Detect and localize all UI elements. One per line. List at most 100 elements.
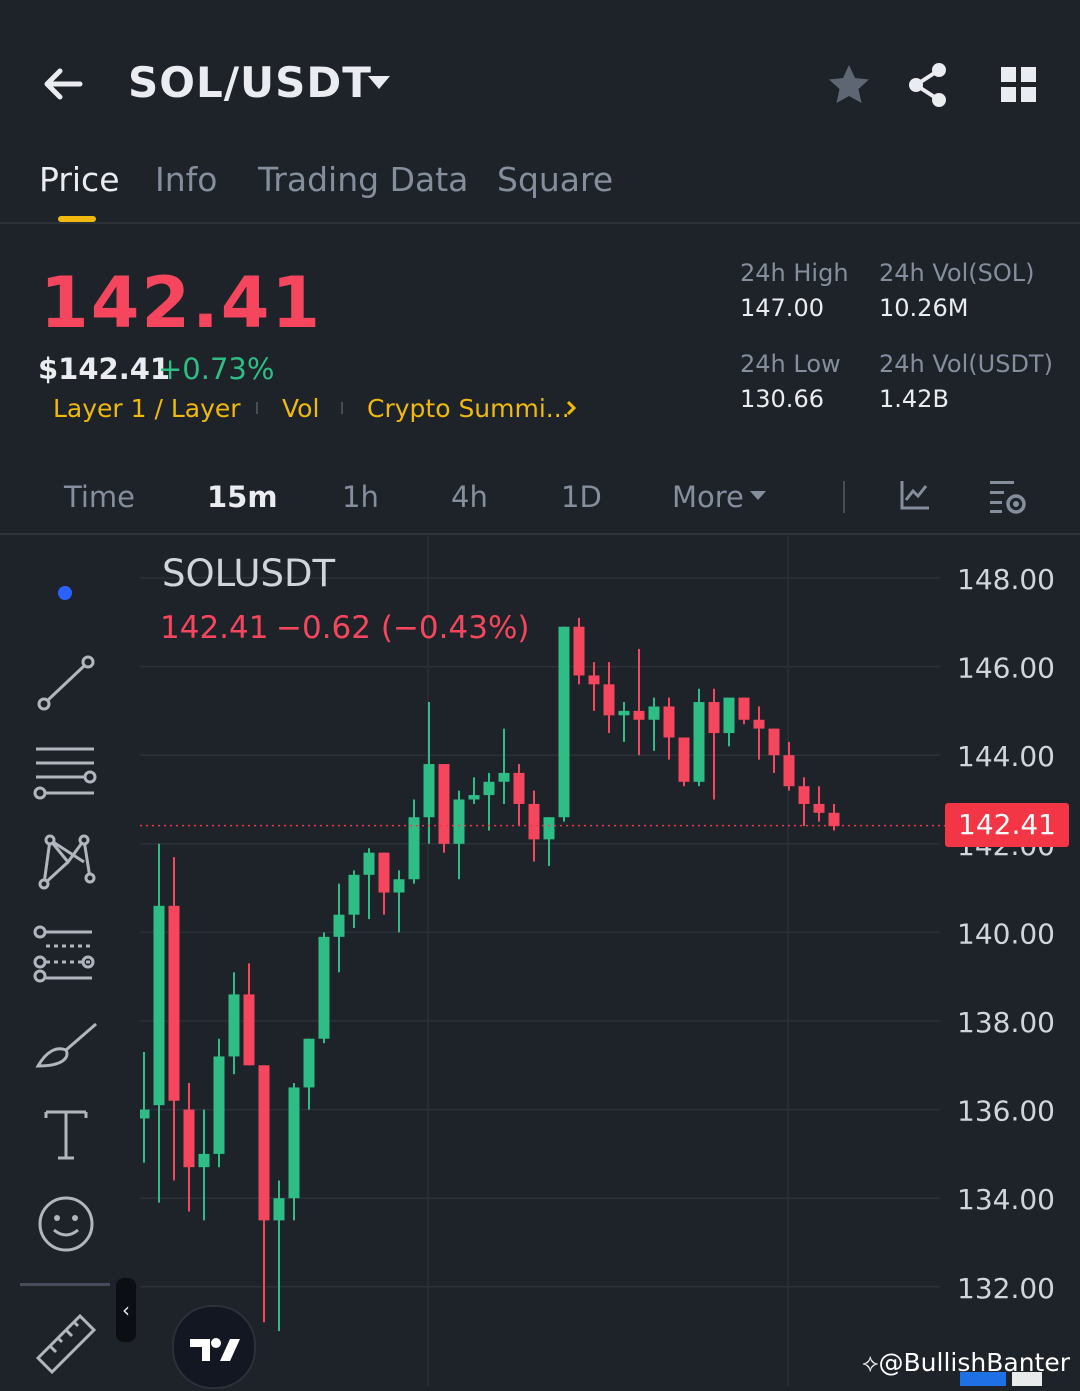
chart-symbol: SOLUSDT: [162, 552, 336, 595]
tab-square[interactable]: Square: [497, 160, 613, 199]
candle: [348, 870, 360, 928]
y-tick-label: 138.00: [957, 1006, 1055, 1039]
candle: [438, 764, 450, 853]
candle: [363, 848, 375, 920]
star-icon[interactable]: [826, 62, 872, 108]
candle-body: [558, 626, 570, 818]
y-tick-label: 134.00: [957, 1183, 1055, 1216]
interval-time[interactable]: Time: [64, 480, 135, 514]
fib-icon[interactable]: [30, 918, 102, 990]
emoji-icon[interactable]: [30, 1188, 102, 1260]
pair-title[interactable]: SOL/USDT: [128, 58, 372, 107]
stat-high-label: 24h High: [740, 259, 849, 287]
more-caret-icon[interactable]: [750, 491, 766, 500]
candle-body: [258, 1065, 270, 1221]
candle: [228, 972, 240, 1075]
tab-price[interactable]: Price: [39, 160, 120, 199]
stat-vol-quote-value: 1.42B: [879, 385, 949, 413]
toolbar-collapse-handle[interactable]: ‹: [116, 1278, 136, 1342]
brush-icon[interactable]: [30, 1010, 102, 1082]
pair-dropdown-icon[interactable]: [368, 76, 390, 89]
candle: [483, 772, 495, 831]
candle: [393, 870, 405, 933]
candle-body: [183, 1109, 195, 1168]
y-tick-label: 148.00: [957, 563, 1055, 596]
candle: [468, 777, 480, 804]
candle: [318, 932, 330, 1044]
stat-low-label: 24h Low: [740, 350, 841, 378]
candle: [648, 697, 660, 751]
candle-body: [783, 755, 795, 787]
horizontal-lines-icon[interactable]: [30, 737, 102, 809]
bottom-badge-2: [1012, 1372, 1042, 1386]
back-arrow-icon[interactable]: [40, 60, 88, 108]
candle-body: [813, 803, 825, 813]
candle: [213, 1038, 225, 1168]
candle-body: [438, 764, 450, 844]
candle-body: [303, 1038, 315, 1088]
candle-body: [618, 710, 630, 716]
candle: [768, 728, 780, 773]
pattern-icon[interactable]: [30, 826, 102, 898]
share-icon[interactable]: [905, 62, 951, 108]
stat-low-value: 130.66: [740, 385, 824, 413]
tradingview-logo[interactable]: [172, 1305, 256, 1389]
chevron-right-icon[interactable]: [564, 396, 580, 424]
candle: [153, 843, 165, 1203]
candle: [753, 706, 765, 760]
tag-layer[interactable]: Layer 1 / Layer: [53, 394, 241, 423]
candle-body: [543, 817, 555, 840]
candle-body: [453, 799, 465, 844]
candle-body: [213, 1056, 225, 1154]
candle: [783, 741, 795, 791]
y-tick-label: 144.00: [957, 740, 1055, 773]
candle-body: [723, 697, 735, 734]
candle: [693, 688, 705, 787]
tabs-divider: [0, 222, 1080, 224]
tab-info[interactable]: Info: [155, 160, 217, 199]
candle-body: [678, 737, 690, 782]
text-icon[interactable]: [30, 1098, 102, 1170]
interval-15m[interactable]: 15m: [207, 480, 278, 514]
candle: [258, 1065, 270, 1323]
bottom-badge: [960, 1372, 1006, 1386]
candle-body: [318, 936, 330, 1039]
candle: [618, 702, 630, 742]
candle: [723, 697, 735, 747]
candle-body: [573, 626, 585, 676]
candle-body: [408, 817, 420, 880]
tab-trading-data[interactable]: Trading Data: [258, 160, 468, 199]
candle-body: [468, 795, 480, 800]
tag-crypto-summit[interactable]: Crypto Summi...: [367, 394, 570, 423]
candle: [303, 1038, 315, 1110]
candle-body: [498, 772, 510, 782]
candle: [423, 702, 435, 844]
candle: [513, 764, 525, 827]
candle-body: [198, 1153, 210, 1168]
y-tick-label: 132.00: [957, 1272, 1055, 1305]
indicator-icon[interactable]: [898, 478, 932, 516]
grid-icon[interactable]: [996, 62, 1042, 108]
candle-body: [528, 803, 540, 840]
chart-settings-icon[interactable]: [988, 477, 1028, 521]
candle-body: [153, 905, 165, 1106]
candle: [198, 1109, 210, 1221]
candle-body: [798, 786, 810, 804]
candle-body: [393, 879, 405, 893]
interval-1h[interactable]: 1h: [342, 480, 379, 514]
tag-vol[interactable]: Vol: [282, 394, 319, 423]
candlestick-chart[interactable]: 148.00146.00144.00142.00140.00138.00136.…: [140, 536, 1080, 1386]
tag-separator: [341, 402, 343, 414]
trend-line-icon[interactable]: [30, 648, 102, 720]
interval-4h[interactable]: 4h: [451, 480, 488, 514]
candle: [378, 852, 390, 915]
candle: [453, 790, 465, 880]
price-change-percent: +0.73%: [158, 352, 275, 386]
ruler-icon[interactable]: [30, 1308, 102, 1380]
candle-body: [633, 710, 645, 720]
interval-1d[interactable]: 1D: [561, 480, 602, 514]
candle: [573, 617, 585, 685]
candle: [588, 662, 600, 711]
interval-more[interactable]: More: [672, 480, 744, 514]
candle-body: [708, 702, 720, 734]
